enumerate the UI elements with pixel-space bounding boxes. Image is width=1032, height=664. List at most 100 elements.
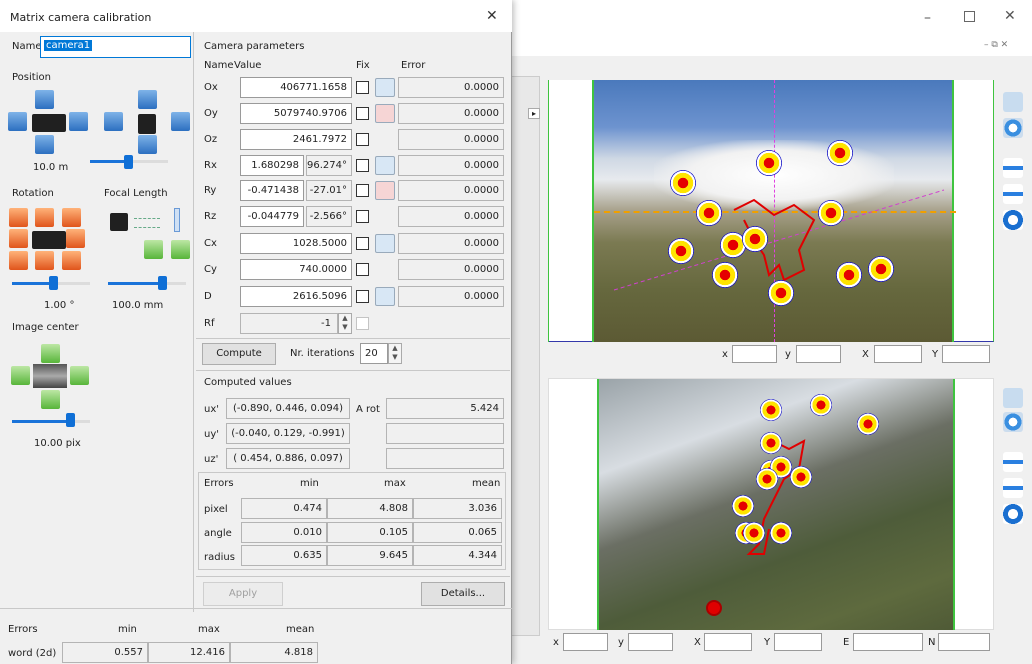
close-window-button[interactable]: ✕ (1004, 8, 1016, 24)
bottom-errors-row-name: word (2d) (8, 648, 57, 659)
mdi-controls[interactable]: – ⧉ ✕ (984, 40, 1008, 50)
rotate-up-arrow-icon[interactable] (35, 208, 54, 227)
param-value-field[interactable]: 406771.1658 (240, 77, 352, 98)
zoom-reset-icon[interactable] (1003, 412, 1023, 432)
param-fix-checkbox[interactable] (356, 159, 369, 172)
position-up-arrow-icon[interactable] (35, 90, 54, 109)
height-up-arrow-icon[interactable] (138, 90, 157, 109)
coord-y-field[interactable] (796, 345, 841, 363)
uz-value: ( 0.454, 0.886, 0.097) (226, 448, 350, 469)
coord-n-field[interactable] (938, 633, 990, 651)
param-fix-checkbox[interactable] (356, 290, 369, 303)
param-value-field[interactable]: 1028.5000 (240, 233, 352, 254)
rotate-down-arrow-icon[interactable] (35, 251, 54, 270)
coord-x-field[interactable] (563, 633, 608, 651)
param-value-field[interactable]: 2616.5096 (240, 286, 352, 307)
iterations-field[interactable]: 20 (360, 343, 388, 364)
rotate-icon[interactable] (1003, 210, 1023, 230)
rotate-right-arrow-icon[interactable] (66, 229, 85, 248)
minimize-button[interactable]: – (924, 10, 931, 26)
center-up-arrow-icon[interactable] (41, 344, 60, 363)
fix-arrow-icon[interactable] (375, 287, 395, 306)
param-name: Ox (204, 82, 218, 93)
fix-arrow-icon[interactable] (375, 78, 395, 97)
rotate-cw-up-icon[interactable] (62, 208, 81, 227)
coord-e-field[interactable] (853, 633, 923, 651)
zoom-in-icon[interactable] (1003, 158, 1023, 178)
param-name: Rx (204, 160, 217, 171)
clear-x-icon[interactable] (375, 181, 395, 200)
details-button[interactable]: Details... (421, 582, 505, 606)
position-down-arrow-icon[interactable] (35, 135, 54, 154)
compute-button[interactable]: Compute (202, 343, 276, 365)
focal-decrease-icon[interactable] (144, 240, 163, 259)
center-left-arrow-icon[interactable] (11, 366, 30, 385)
coord-bigx-field[interactable] (874, 345, 922, 363)
rotate-ccw-down-icon[interactable] (9, 251, 28, 270)
param-fix-checkbox[interactable] (356, 107, 369, 120)
name-field[interactable]: camera1 (40, 36, 191, 58)
param-value-field[interactable]: -0.471438 (240, 180, 304, 201)
param-fix-checkbox[interactable] (356, 133, 369, 146)
param-value-field[interactable]: -0.044779 (240, 206, 304, 227)
zoom-fit-icon[interactable] (1003, 388, 1023, 408)
target-marker (836, 262, 862, 288)
coord-y-field[interactable] (628, 633, 673, 651)
image-center-slider-thumb[interactable] (66, 413, 75, 427)
param-value-field[interactable]: 2461.7972 (240, 129, 352, 150)
depth-right-arrow-icon[interactable] (171, 112, 190, 131)
zoom-out-icon[interactable] (1003, 478, 1023, 498)
focal-step-slider-thumb[interactable] (158, 276, 167, 290)
rf-spin-arrows-icon[interactable]: ▲ ▼ (338, 313, 352, 334)
position-step-value: 10.0 m (33, 162, 69, 173)
param-fix-checkbox[interactable] (356, 237, 369, 250)
rotate-cw-down-icon[interactable] (62, 251, 81, 270)
depth-left-arrow-icon[interactable] (104, 112, 123, 131)
coord-bigy-label: Y (932, 349, 939, 360)
param-degree-field: -27.01° (306, 180, 352, 201)
param-fix-checkbox[interactable] (356, 210, 369, 223)
rotate-left-arrow-icon[interactable] (9, 229, 28, 248)
param-value-field[interactable]: 740.0000 (240, 259, 352, 280)
center-down-arrow-icon[interactable] (41, 390, 60, 409)
dialog-close-button[interactable]: ✕ (486, 8, 498, 24)
clear-x-icon[interactable] (375, 104, 395, 123)
target-marker (742, 226, 768, 252)
center-right-arrow-icon[interactable] (70, 366, 89, 385)
param-fix-checkbox[interactable] (356, 263, 369, 276)
rotation-step-slider-thumb[interactable] (49, 276, 58, 290)
errors-row-name: pixel (204, 504, 228, 515)
errors-max: 0.105 (327, 522, 413, 543)
rotate-icon[interactable] (1003, 504, 1023, 524)
rf-spinbox[interactable]: -1 (240, 313, 338, 334)
param-value-field[interactable]: 1.680298 (240, 155, 304, 176)
param-fix-checkbox[interactable] (356, 81, 369, 94)
position-right-arrow-icon[interactable] (69, 112, 88, 131)
coord-x-field[interactable] (732, 345, 777, 363)
position-left-arrow-icon[interactable] (8, 112, 27, 131)
zoom-in-icon[interactable] (1003, 452, 1023, 472)
errors-max: 9.645 (327, 545, 413, 566)
zoom-reset-icon[interactable] (1003, 118, 1023, 138)
errors-max-header: max (384, 478, 406, 489)
zoom-fit-icon[interactable] (1003, 92, 1023, 112)
scroll-right-button[interactable]: ▸ (528, 108, 541, 119)
iterations-spin-arrows-icon[interactable]: ▲ ▼ (388, 343, 402, 364)
coord-bigy-field[interactable] (942, 345, 990, 363)
rotate-ccw-up-icon[interactable] (9, 208, 28, 227)
fix-arrow-icon[interactable] (375, 234, 395, 253)
param-value-field[interactable]: 5079740.9706 (240, 103, 352, 124)
uz-label: uz' (204, 454, 219, 465)
image-center-step-value: 10.00 pix (34, 438, 81, 449)
calibration-dialog: Matrix camera calibration ✕ Name camera1… (0, 0, 512, 664)
position-step-slider-thumb[interactable] (124, 155, 133, 169)
coord-bigy-field[interactable] (774, 633, 822, 651)
fix-arrow-icon[interactable] (375, 156, 395, 175)
height-down-arrow-icon[interactable] (138, 135, 157, 154)
param-fix-checkbox[interactable] (356, 184, 369, 197)
focal-camera-icon (110, 213, 128, 231)
maximize-button[interactable] (964, 11, 975, 22)
focal-increase-icon[interactable] (171, 240, 190, 259)
zoom-out-icon[interactable] (1003, 184, 1023, 204)
coord-bigx-field[interactable] (704, 633, 752, 651)
